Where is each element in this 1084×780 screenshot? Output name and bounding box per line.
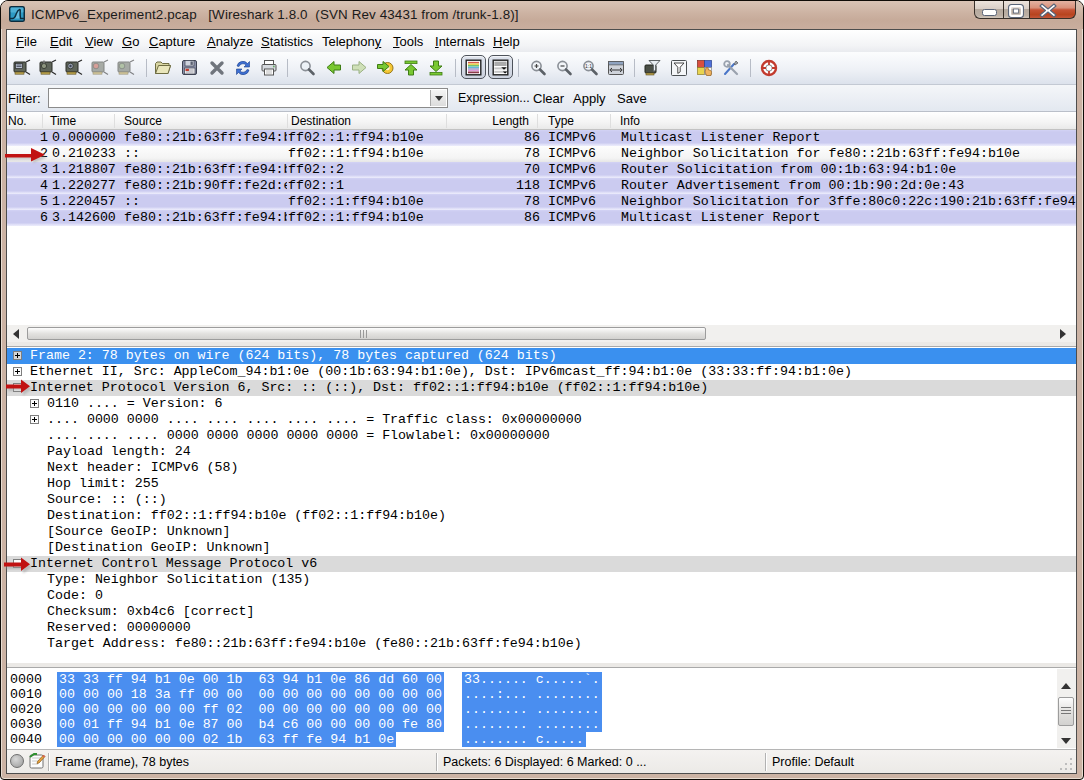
svg-text:1:1: 1:1: [585, 63, 592, 69]
